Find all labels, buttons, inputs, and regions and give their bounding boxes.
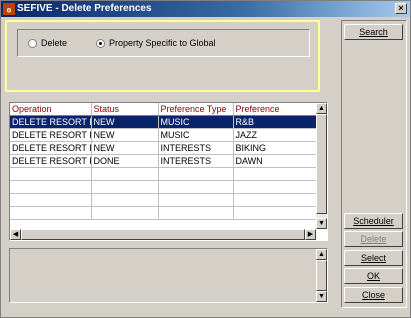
details-vertical-scroll-thumb[interactable] xyxy=(316,260,327,291)
scroll-right-icon[interactable]: ▶ xyxy=(305,229,316,240)
svg-text:o: o xyxy=(7,5,12,15)
cell-preference-type: MUSIC xyxy=(158,128,234,142)
cell-status: DONE xyxy=(91,154,159,168)
scroll-up-icon[interactable]: ▲ xyxy=(316,249,327,260)
details-vertical-scrollbar[interactable]: ▲ ▼ xyxy=(316,249,327,302)
cell-preference: JAZZ xyxy=(233,128,319,142)
preferences-table: Operation Status Preference Type Prefere… xyxy=(10,103,319,220)
ok-button[interactable]: OK xyxy=(344,268,403,284)
cell-status: NEW xyxy=(91,128,159,142)
grid-vertical-scroll-thumb[interactable] xyxy=(316,114,327,214)
cell-operation: DELETE RESORT P xyxy=(10,115,92,129)
criteria-panel: Delete Property Specific to Global xyxy=(5,20,320,92)
cell-preference-type: INTERESTS xyxy=(158,154,234,168)
cell-operation: DELETE RESORT P xyxy=(10,154,92,168)
delete-button[interactable]: Delete xyxy=(344,231,403,247)
details-panel: ▲ ▼ xyxy=(9,248,328,303)
grid-horizontal-scrollbar[interactable]: ◀ ▶ xyxy=(10,229,316,240)
empty-table-row[interactable] xyxy=(10,167,319,181)
button-panel: Search Scheduler Delete Select OK Close xyxy=(341,20,407,308)
table-row[interactable]: DELETE RESORT P DONE INTERESTS DAWN xyxy=(10,154,319,168)
radio-property-specific-indicator[interactable] xyxy=(96,38,105,48)
radio-property-specific-label: Property Specific to Global xyxy=(109,38,216,48)
empty-table-row[interactable] xyxy=(10,193,319,207)
table-row[interactable]: DELETE RESORT P NEW MUSIC R&B xyxy=(10,115,319,129)
close-window-button[interactable]: × xyxy=(395,3,407,14)
scroll-down-icon[interactable]: ▼ xyxy=(316,291,327,302)
window-title: SEFIVE - Delete Preferences xyxy=(17,3,152,14)
radio-property-specific-to-global[interactable]: Property Specific to Global xyxy=(96,38,216,48)
radio-delete-label: Delete xyxy=(41,38,68,48)
scroll-down-icon[interactable]: ▼ xyxy=(316,218,327,229)
grid-vertical-scrollbar[interactable]: ▲ ▼ xyxy=(316,103,327,229)
cell-preference: DAWN xyxy=(233,154,319,168)
cell-status: NEW xyxy=(91,141,159,155)
cell-preference-type: INTERESTS xyxy=(158,141,234,155)
cell-preference-type: MUSIC xyxy=(158,115,234,129)
scroll-up-icon[interactable]: ▲ xyxy=(316,103,327,114)
close-button[interactable]: Close xyxy=(344,287,403,303)
cell-preference: R&B xyxy=(233,115,319,129)
table-header-row: Operation Status Preference Type Prefere… xyxy=(10,103,319,116)
grid-horizontal-scroll-thumb[interactable] xyxy=(21,229,305,240)
column-header-preference[interactable]: Preference xyxy=(233,103,319,116)
search-button[interactable]: Search xyxy=(344,24,403,40)
app-icon: o xyxy=(3,3,15,15)
column-header-status[interactable]: Status xyxy=(91,103,159,116)
cell-operation: DELETE RESORT P xyxy=(10,128,92,142)
radio-delete[interactable]: Delete xyxy=(28,38,67,48)
preferences-grid[interactable]: Operation Status Preference Type Prefere… xyxy=(9,102,328,241)
empty-table-row[interactable] xyxy=(10,206,319,220)
table-row[interactable]: DELETE RESORT P NEW MUSIC JAZZ xyxy=(10,128,319,142)
operation-radio-group: Delete Property Specific to Global xyxy=(17,29,310,57)
scheduler-button[interactable]: Scheduler xyxy=(344,213,403,229)
empty-table-row[interactable] xyxy=(10,180,319,194)
cell-preference: BIKING xyxy=(233,141,319,155)
radio-delete-indicator[interactable] xyxy=(28,38,37,48)
delete-preferences-window: o SEFIVE - Delete Preferences × Delete P… xyxy=(0,0,411,318)
table-row[interactable]: DELETE RESORT P NEW INTERESTS BIKING xyxy=(10,141,319,155)
scroll-left-icon[interactable]: ◀ xyxy=(10,229,21,240)
cell-status: NEW xyxy=(91,115,159,129)
title-bar: o SEFIVE - Delete Preferences × xyxy=(1,1,410,17)
cell-operation: DELETE RESORT P xyxy=(10,141,92,155)
column-header-operation[interactable]: Operation xyxy=(10,103,92,116)
column-header-preference-type[interactable]: Preference Type xyxy=(158,103,234,116)
select-button[interactable]: Select xyxy=(344,250,403,266)
